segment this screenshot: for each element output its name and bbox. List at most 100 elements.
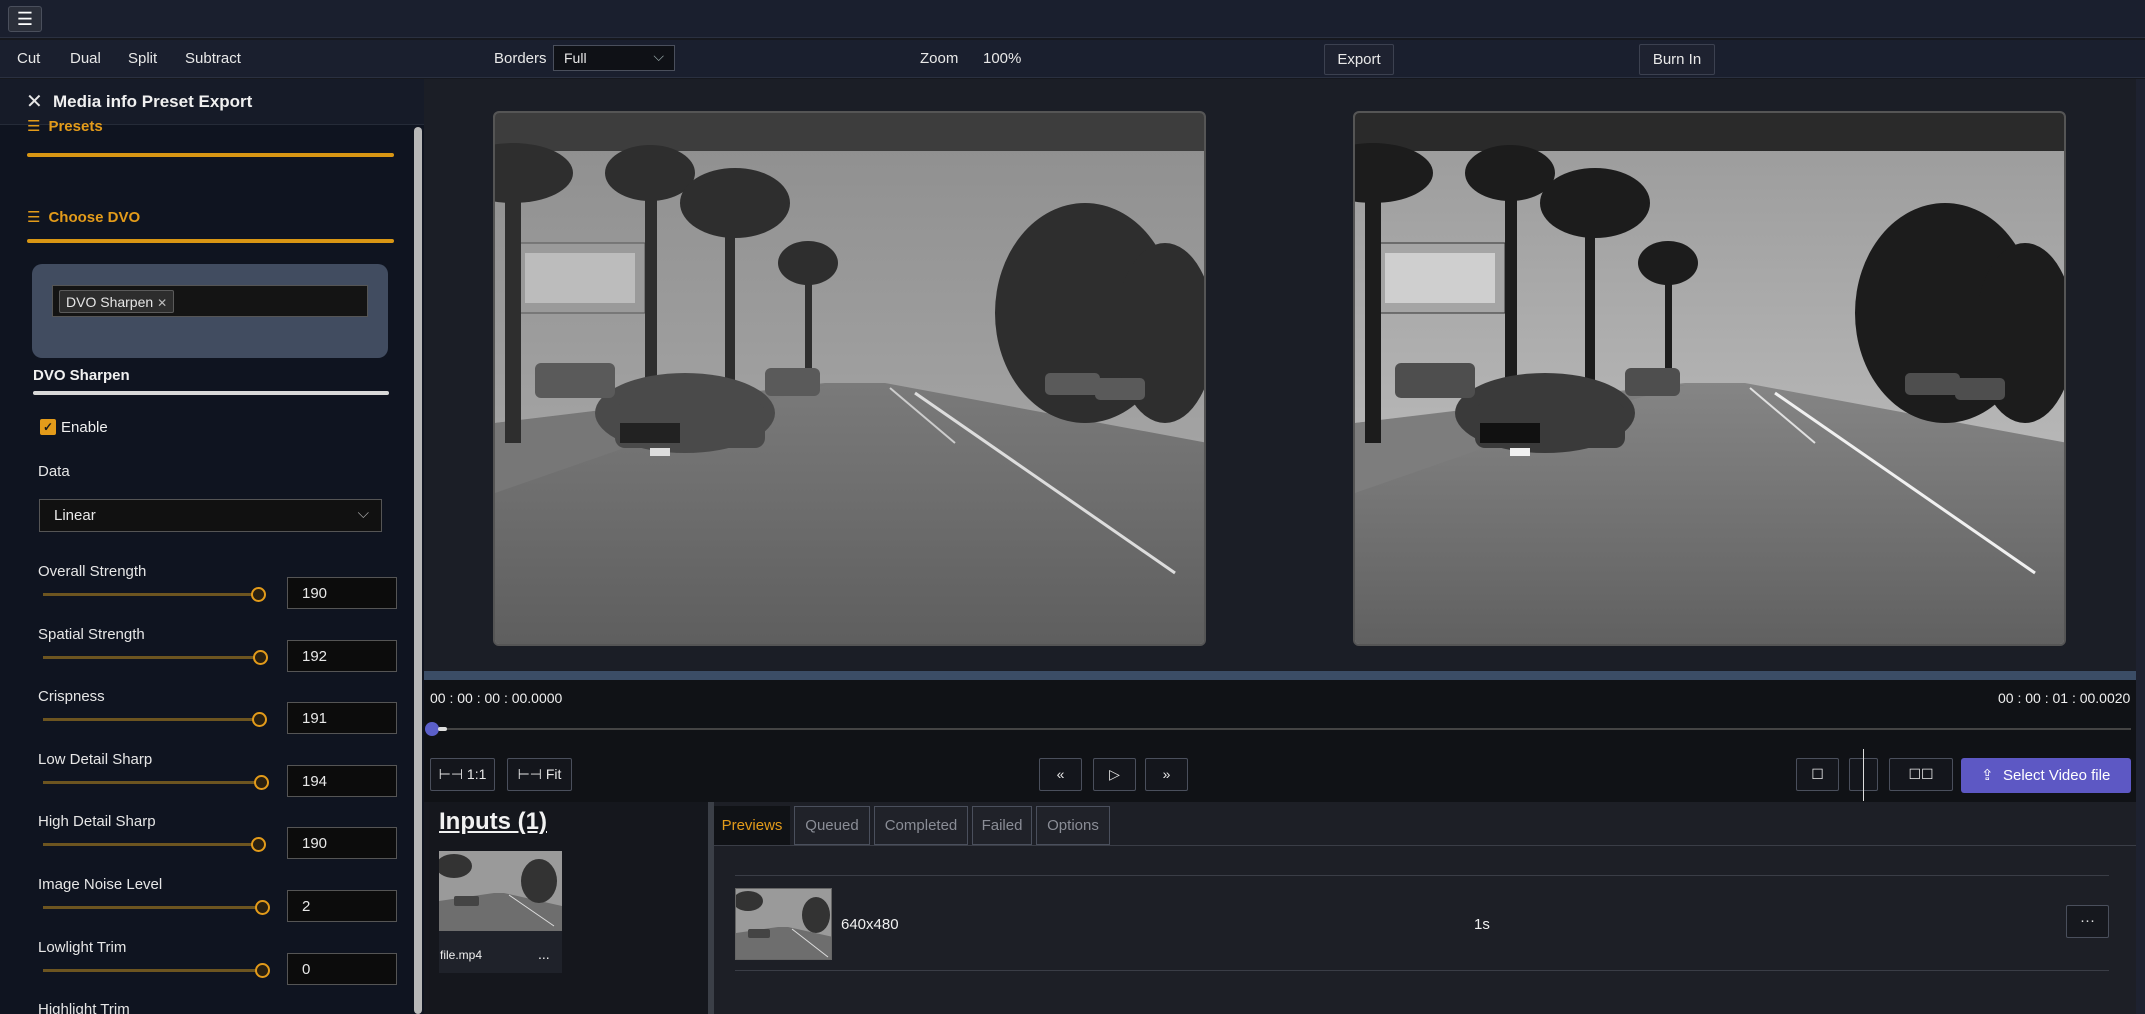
slider-thumb[interactable] [252,649,268,665]
original-frame [493,111,1206,646]
sidebar: ✕ Media info Preset Export ☰ Presets ☰ Cho… [0,79,424,1014]
close-icon[interactable]: ✕ [26,89,43,114]
slider-fill [43,593,259,596]
choose-dvo-divider [27,239,394,243]
tab-completed[interactable]: Completed [874,806,968,845]
dvo-sharpen-heading: DVO Sharpen [33,367,130,384]
single-square-icon: ☐ [1811,766,1824,782]
menu-icon[interactable]: ☰ [8,6,42,32]
list-icon: ☰ [27,209,41,226]
title-bar: ☰ [0,0,2145,38]
original-street-image [495,113,1204,644]
slider-label: Low Detail Sharp [38,750,153,768]
job-duration: 1s [1474,916,1490,933]
timeline-panel [424,680,2136,802]
slider-thumb[interactable] [250,587,266,602]
input-thumbnail [436,851,562,931]
enable-label: Enable [61,419,108,436]
choose-dvo-label: Choose DVO [48,209,141,226]
job-more-button[interactable]: ··· [2066,905,2109,938]
tabs-underline [714,845,2136,846]
processed-street-image [1355,113,2064,644]
tab-options[interactable]: Options [1036,806,1110,845]
input-file-name: file.mp4 [440,948,483,962]
zoom-fit-button[interactable]: ⊢⊣ Fit [507,758,572,791]
processed-frame [1353,111,2066,646]
mode-cut[interactable]: Cut [17,50,40,67]
burn-in-button[interactable]: Burn In [1639,44,1715,75]
slider-label: Lowlight Trim [38,938,127,956]
slider-label: Spatial Strength [38,625,145,643]
rewind-icon: « [1056,766,1065,782]
zoom-value: 100% [983,50,1022,67]
slider-value-input[interactable]: 0 [287,952,397,985]
tab-previews[interactable]: Previews [714,806,790,845]
borders-select[interactable]: Full ⌵ [553,45,675,71]
fast-forward-button[interactable]: » [1145,758,1188,791]
borders-value: Full [564,50,587,66]
select-video-button[interactable]: ⇪ Select Video file [1961,758,2131,793]
dvo-sharpen-divider [33,391,389,395]
slider-thumb[interactable] [255,962,270,978]
data-select[interactable]: Linear ⌵ [39,499,382,532]
borders-label: Borders [494,50,547,67]
play-circle-icon: ▷ [1109,766,1120,782]
chip-remove-icon[interactable]: ✕ [157,296,167,310]
slider-value-input[interactable]: 194 [287,764,397,797]
slider-thumb[interactable] [255,900,270,915]
chevron-down-icon: ⌵ [653,48,664,64]
mode-dual[interactable]: Dual [70,50,101,67]
tab-failed[interactable]: Failed [972,806,1032,845]
slider-fill [43,780,262,784]
zoom-1to1-label: 1:1 [466,766,487,782]
slider-value-input[interactable]: 192 [287,639,397,672]
data-select-value: Linear [54,507,96,524]
start-timecode: 00 : 00 : 00 : 00.0000 [430,690,563,706]
scrollbar-thumb[interactable] [414,127,422,1014]
slider-thumb[interactable] [251,712,267,728]
dvo-chip-label: DVO Sharpen [66,294,154,310]
row-divider [735,970,2109,971]
tab-queued[interactable]: Queued [794,806,870,845]
dual-view-button[interactable]: ☐☐ [1889,758,1953,791]
presets-section-header[interactable]: ☰ Presets [27,117,103,131]
slider-value-input[interactable]: 2 [287,890,397,922]
slider-thumb[interactable] [253,774,269,790]
select-video-label: Select Video file [2003,767,2111,784]
double-square-icon: ☐☐ [1908,766,1934,782]
export-button[interactable]: Export [1324,44,1394,75]
fit-width-icon: ⊢⊣ [517,766,546,782]
slider-fill [43,718,260,722]
zoom-fit-label: Fit [545,766,562,782]
end-timecode: 00 : 00 : 01 : 00.0020 [1998,690,2131,706]
single-view-button[interactable]: ☐ [1796,758,1839,791]
zoom-label: Zoom [920,50,959,67]
mode-subtract[interactable]: Subtract [185,50,241,67]
fast-forward-icon: » [1162,766,1171,782]
enable-checkbox[interactable]: ✓ [40,419,56,435]
slider-value-input[interactable]: 191 [287,702,397,735]
playhead[interactable] [425,722,439,736]
chevron-down-icon: ⌵ [357,505,369,522]
slider-fill [43,906,263,909]
upload-icon: ⇪ [1981,767,1994,784]
job-thumbnail-image [736,889,831,959]
rewind-button[interactable]: « [1039,758,1082,791]
data-label: Data [38,463,70,480]
list-icon: ☰ [27,118,41,131]
presets-label: Presets [48,118,103,131]
fit-width-icon: ⊢⊣ [438,766,467,782]
split-view-icon [1863,749,1864,801]
timeline-track[interactable] [432,728,2131,730]
mode-split[interactable]: Split [128,50,157,67]
slider-thumb[interactable] [250,837,266,853]
dvo-multiselect-input[interactable]: DVO Sharpen ✕ [52,285,368,317]
slider-value-input[interactable]: 190 [287,577,397,609]
slider-value-input[interactable]: 190 [287,827,397,860]
choose-dvo-section-header[interactable]: ☰ Choose DVO [27,208,140,226]
playhead-knob[interactable] [438,727,447,731]
play-button[interactable]: ▷ [1093,758,1136,791]
input-file-more-button[interactable]: ... [538,946,550,962]
zoom-1to1-button[interactable]: ⊢⊣ 1:1 [430,758,495,791]
toolbar: Cut Dual Split Subtract Borders Full ⌵ Z… [0,40,2145,78]
